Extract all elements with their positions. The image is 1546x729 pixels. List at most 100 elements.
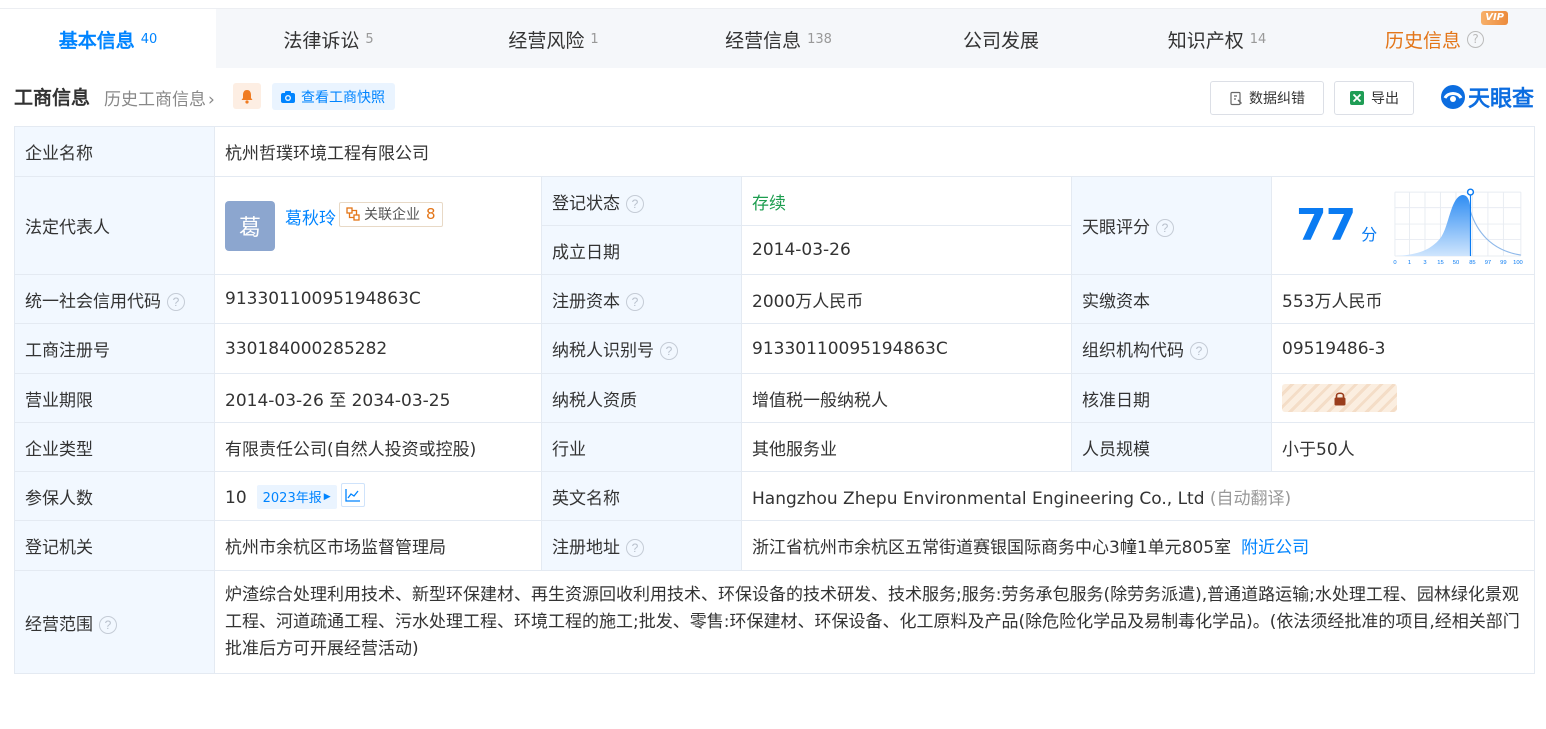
tab-development[interactable]: 公司发展 (891, 9, 1111, 69)
legal-rep-name[interactable]: 葛秋玲 (285, 204, 336, 229)
legal-rep: 葛 葛秋玲 关联企业 8 (225, 200, 443, 251)
vip-badge: VIP (1481, 11, 1508, 25)
help-icon[interactable]: ? (1156, 219, 1174, 237)
bell-button[interactable] (233, 83, 261, 109)
authority-label: 登记机关 (14, 520, 215, 571)
approval-date-cell (1271, 373, 1535, 423)
paid-capital: 553万人民币 (1271, 274, 1535, 324)
score-unit: 分 (1361, 224, 1378, 244)
english-name: Hangzhou Zhepu Environmental Engineering… (752, 488, 1205, 509)
reg-capital-label-cell: 注册资本? (541, 274, 742, 324)
help-icon[interactable]: ? (660, 342, 678, 360)
paid-capital-label: 实缴资本 (1071, 274, 1272, 324)
locked-value[interactable] (1282, 384, 1397, 412)
tianyan-score: 77 分 0 1 3 15 50 85 97 99 100 (1282, 185, 1524, 267)
annual-report-year-button[interactable]: 2023年报 ▶ (256, 484, 337, 509)
industry: 其他服务业 (741, 422, 1072, 472)
tab-ip[interactable]: 知识产权 14 (1111, 9, 1323, 69)
help-icon[interactable]: ? (626, 539, 644, 557)
help-icon[interactable]: ? (626, 194, 644, 213)
snapshot-label: 查看工商快照 (301, 89, 385, 106)
score-label: 天眼评分 (1082, 218, 1150, 238)
table-row: 统一社会信用代码? 91330110095194863C 注册资本? 2000万… (14, 274, 1535, 324)
correction-label: 数据纠错 (1249, 91, 1305, 107)
tab-count: 138 (807, 31, 832, 47)
type-label: 企业类型 (14, 422, 215, 472)
axis-tick: 99 (1500, 259, 1506, 265)
help-icon[interactable]: ? (167, 292, 185, 311)
related-companies-button[interactable]: 关联企业 8 (339, 201, 443, 227)
tab-legal[interactable]: 法律诉讼 5 (216, 9, 441, 69)
score-distribution-chart: 0 1 3 15 50 85 97 99 100 (1394, 187, 1523, 265)
axis-tick: 3 (1424, 259, 1427, 265)
table-row: 营业期限 2014-03-26 至 2034-03-25 纳税人资质 增值税一般… (14, 373, 1535, 423)
insured-cell: 10 2023年报 ▶ (214, 471, 542, 521)
english-name-cell: Hangzhou Zhepu Environmental Engineering… (741, 471, 1535, 521)
table-row: 经营范围? 炉渣综合处理利用技术、新型环保建材、再生资源回收利用技术、环保设备的… (14, 570, 1535, 674)
history-link[interactable]: 历史工商信息 › (104, 85, 215, 110)
credit-code-label: 统一社会信用代码 (25, 291, 161, 312)
company-name: 杭州哲璞环境工程有限公司 (214, 126, 1535, 177)
tab-label: 公司发展 (962, 29, 1039, 52)
tab-label: 知识产权 (1167, 29, 1244, 52)
history-link-label: 历史工商信息 (104, 90, 206, 110)
taxpayer-id: 91330110095194863C (741, 323, 1072, 374)
tab-operation[interactable]: 经营信息 138 (666, 9, 891, 69)
tab-label: 法律诉讼 (283, 29, 360, 52)
staff-size: 小于50人 (1271, 422, 1535, 472)
founded-label: 成立日期 (541, 225, 742, 275)
export-label: 导出 (1371, 91, 1399, 107)
year-label: 2023年报 (262, 491, 322, 507)
nearby-companies-link[interactable]: 附近公司 (1241, 538, 1309, 558)
excel-icon (1350, 91, 1364, 105)
data-correction-button[interactable]: 数据纠错 (1210, 81, 1324, 115)
staff-label: 人员规模 (1071, 422, 1272, 472)
tab-count: 5 (365, 31, 374, 47)
address-cell: 浙江省杭州市余杭区五常街道赛银国际商务中心3幢1单元805室 附近公司 (741, 520, 1535, 571)
address: 浙江省杭州市余杭区五常街道赛银国际商务中心3幢1单元805室 (752, 538, 1232, 558)
english-name-label: 英文名称 (541, 471, 742, 521)
related-label: 关联企业 (364, 207, 420, 223)
org-code: 09519486-3 (1271, 323, 1535, 374)
tab-label: 经营信息 (725, 29, 802, 52)
business-info-table: 企业名称 杭州哲璞环境工程有限公司 法定代表人 葛 葛秋玲 关联企业 8 登记状态… (14, 126, 1535, 674)
address-label-cell: 注册地址? (541, 520, 742, 571)
taxpayer-id-label-cell: 纳税人识别号? (541, 323, 742, 374)
axis-tick: 100 (1513, 259, 1523, 265)
axis-tick: 85 (1469, 259, 1475, 265)
reg-status-label-cell: 登记状态? (541, 176, 742, 226)
table-row: 法定代表人 葛 葛秋玲 关联企业 8 登记状态? 存续 天眼评分? 77 分 0… (14, 176, 1535, 275)
help-icon[interactable]: ? (1190, 342, 1208, 360)
export-button[interactable]: 导出 (1334, 81, 1414, 115)
tab-label: 经营风险 (508, 29, 585, 52)
snapshot-button[interactable]: 查看工商快照 (272, 83, 395, 110)
reg-status: 存续 (741, 176, 1072, 226)
tab-history[interactable]: VIP 历史信息? (1323, 9, 1546, 69)
reg-capital: 2000万人民币 (741, 274, 1072, 324)
help-icon[interactable]: ? (99, 615, 117, 634)
score-value: 77 (1296, 200, 1356, 251)
score-label-cell: 天眼评分? (1071, 176, 1272, 275)
table-row: 企业名称 杭州哲璞环境工程有限公司 (14, 126, 1535, 177)
credit-code-label-cell: 统一社会信用代码? (14, 274, 215, 324)
approval-date-label: 核准日期 (1071, 373, 1272, 423)
section-title: 工商信息 (14, 87, 91, 109)
table-row: 工商注册号 330184000285282 纳税人识别号? 9133011009… (14, 323, 1535, 374)
help-icon[interactable]: ? (626, 292, 644, 311)
term: 2014-03-26 至 2034-03-25 (214, 373, 542, 423)
network-icon (346, 207, 360, 221)
address-label: 注册地址 (552, 538, 620, 558)
term-label: 营业期限 (14, 373, 215, 423)
reg-status-label: 登记状态 (552, 193, 620, 214)
score-cell[interactable]: 77 分 0 1 3 15 50 85 97 99 100 (1271, 176, 1535, 275)
tab-count: 1 (590, 31, 599, 47)
credit-code: 91330110095194863C (214, 274, 542, 324)
avatar[interactable]: 葛 (225, 200, 275, 251)
table-row: 企业类型 有限责任公司(自然人投资或控股) 行业 其他服务业 人员规模 小于50… (14, 422, 1535, 472)
trend-chart-button[interactable] (340, 483, 365, 508)
tab-risk[interactable]: 经营风险 1 (441, 9, 666, 69)
industry-label: 行业 (541, 422, 742, 472)
tab-basic-info[interactable]: 基本信息 40 (0, 9, 216, 69)
help-icon[interactable]: ? (1467, 30, 1484, 48)
biz-reg-no-label: 工商注册号 (14, 323, 215, 374)
